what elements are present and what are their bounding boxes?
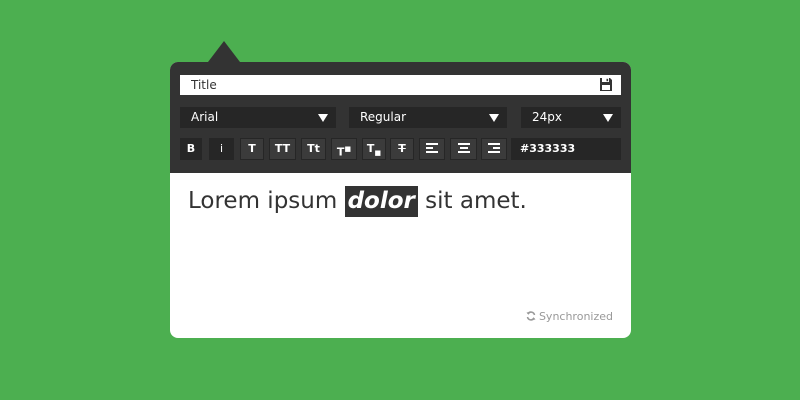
uppercase-label: TT (274, 142, 291, 155)
align-left-icon (426, 143, 438, 153)
align-left-button[interactable] (419, 138, 445, 160)
content-text-after: sit amet. (417, 188, 527, 214)
superscript-button[interactable]: T■ (331, 138, 357, 160)
sync-status: Synchronized (526, 310, 613, 323)
font-weight-select[interactable]: Regular (349, 107, 507, 128)
dropdown-arrow-icon (603, 114, 613, 122)
strikethrough-button[interactable]: T (390, 138, 414, 160)
subscript-dot: ■ (374, 149, 382, 158)
strikethrough-label: T (398, 142, 406, 155)
font-size-select[interactable]: 24px (521, 107, 621, 128)
align-center-icon (457, 143, 470, 153)
uppercase-button[interactable]: TT (269, 138, 296, 160)
font-family-value: Arial (191, 110, 219, 124)
italic-button[interactable]: i (209, 138, 234, 160)
editor-toolbar: Arial Regular 24px B i T TT Tt T■ T■ T (170, 62, 631, 173)
align-right-icon (488, 143, 500, 153)
dropdown-arrow-icon (318, 114, 328, 122)
italic-label: i (219, 142, 224, 155)
align-center-button[interactable] (450, 138, 477, 160)
popover-pointer (208, 41, 240, 62)
save-icon[interactable] (599, 77, 613, 92)
subscript-button[interactable]: T■ (362, 138, 386, 160)
align-right-button[interactable] (481, 138, 507, 160)
content-text-before: Lorem ipsum (188, 188, 345, 214)
text-editor-panel: Arial Regular 24px B i T TT Tt T■ T■ T (170, 62, 631, 338)
font-size-value: 24px (532, 110, 562, 124)
capitalize-button[interactable]: Tt (301, 138, 326, 160)
font-family-select[interactable]: Arial (180, 107, 336, 128)
color-input[interactable]: #333333 (511, 138, 621, 160)
text-label: T (248, 142, 256, 155)
editor-content[interactable]: Lorem ipsum dolor sit amet. (188, 186, 527, 217)
font-weight-value: Regular (360, 110, 407, 124)
superscript-dot: ■ (344, 145, 352, 153)
sync-status-label: Synchronized (538, 310, 613, 323)
title-input[interactable] (180, 75, 621, 95)
bold-button[interactable]: B (180, 138, 202, 160)
capitalize-label: Tt (307, 142, 320, 155)
dropdown-arrow-icon (489, 114, 499, 122)
bold-label: B (186, 142, 196, 155)
color-value: #333333 (520, 142, 576, 155)
selected-text: dolor (344, 186, 418, 217)
text-button[interactable]: T (240, 138, 264, 160)
sync-icon (526, 311, 536, 321)
